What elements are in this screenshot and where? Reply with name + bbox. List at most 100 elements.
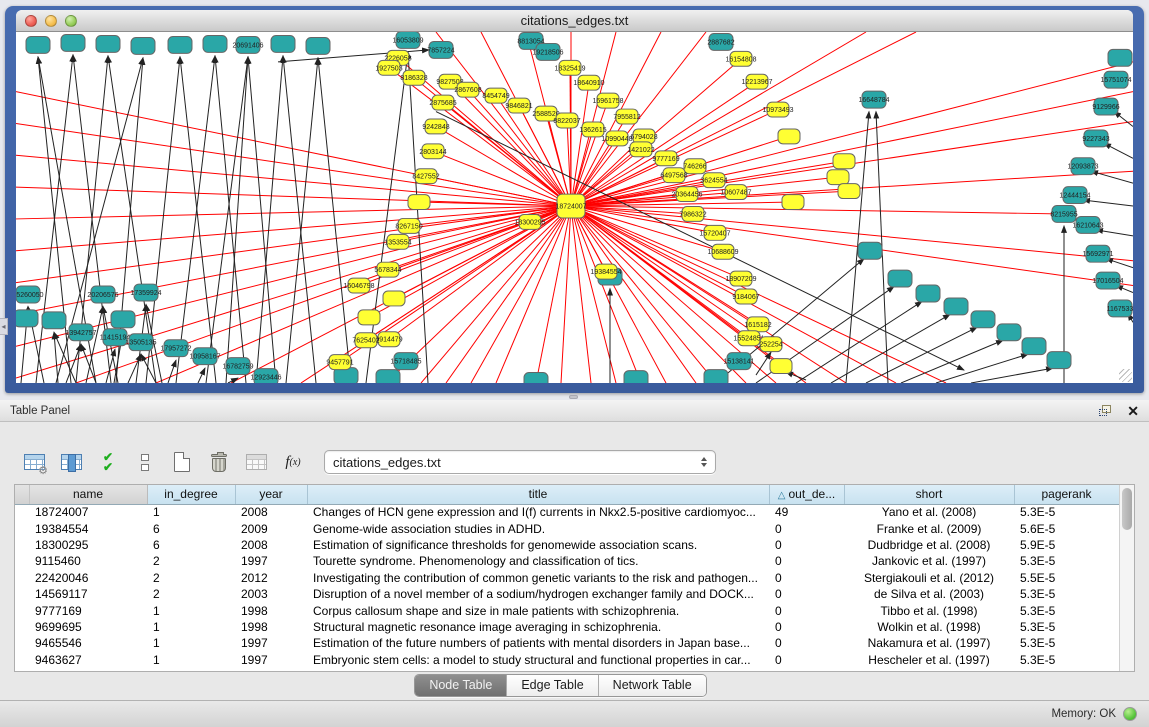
graph-edge-black[interactable] bbox=[436, 112, 964, 371]
graph-node[interactable]: 6497568 bbox=[660, 168, 687, 183]
graph-node[interactable]: 17016504 bbox=[1092, 272, 1123, 289]
table-settings-icon[interactable]: ⚙ bbox=[20, 448, 48, 476]
graph-node[interactable] bbox=[131, 37, 155, 54]
graph-edge-black[interactable] bbox=[971, 368, 1053, 383]
column-header-in_degree[interactable]: in_degree bbox=[147, 485, 235, 504]
new-file-icon[interactable] bbox=[168, 448, 196, 476]
graph-node[interactable] bbox=[833, 154, 855, 169]
graph-node[interactable]: 12093873 bbox=[1067, 158, 1098, 175]
graph-node[interactable]: 16210643 bbox=[1072, 216, 1103, 233]
table-scrollbar[interactable] bbox=[1119, 485, 1134, 671]
table-selector-dropdown[interactable]: citations_edges.txt bbox=[324, 450, 716, 474]
graph-node[interactable] bbox=[778, 129, 800, 144]
graph-node[interactable]: 1362615 bbox=[579, 122, 606, 137]
graph-edge-red[interactable] bbox=[496, 206, 571, 383]
graph-node[interactable]: 17359924 bbox=[130, 284, 161, 301]
graph-node[interactable]: 15718485 bbox=[390, 353, 421, 370]
graph-node[interactable]: 2803144 bbox=[419, 144, 446, 159]
graph-node[interactable]: 18640910 bbox=[573, 75, 604, 90]
graph-node[interactable] bbox=[1022, 338, 1046, 355]
float-panel-icon[interactable] bbox=[1099, 405, 1113, 417]
graph-node[interactable]: 16053809 bbox=[392, 32, 423, 48]
graph-node[interactable]: 7955812 bbox=[613, 109, 640, 124]
column-header-short[interactable]: short bbox=[844, 485, 1014, 504]
table-row[interactable]: 1830029562008Estimation of significance … bbox=[15, 537, 1119, 553]
graph-node[interactable] bbox=[358, 310, 380, 325]
graph-node[interactable] bbox=[42, 312, 66, 329]
graph-node[interactable] bbox=[782, 195, 804, 210]
graph-edge-black[interactable] bbox=[1104, 143, 1133, 158]
graph-node[interactable]: 1167533 bbox=[1107, 300, 1133, 317]
graph-edge-black[interactable] bbox=[86, 306, 103, 383]
graph-edge-black[interactable] bbox=[286, 58, 318, 383]
graph-node[interactable] bbox=[997, 324, 1021, 341]
graph-edge-black[interactable] bbox=[176, 56, 215, 383]
graph-node[interactable]: 17957272 bbox=[160, 340, 191, 357]
table-row[interactable]: 911546021997Tourette syndrome. Phenomeno… bbox=[15, 553, 1119, 569]
graph-node[interactable]: 1421022 bbox=[627, 142, 654, 157]
resize-grip-icon[interactable] bbox=[1119, 369, 1132, 382]
table-row[interactable]: 969969511998Structural magnetic resonanc… bbox=[15, 619, 1119, 635]
table-scrollbar-thumb[interactable] bbox=[1122, 488, 1132, 530]
graph-node[interactable]: 9242848 bbox=[422, 119, 449, 134]
graph-node[interactable]: 20206576 bbox=[87, 286, 118, 303]
graph-edge-black[interactable] bbox=[318, 58, 351, 383]
graph-node[interactable] bbox=[271, 35, 295, 52]
graph-edge-black[interactable] bbox=[226, 57, 248, 383]
tab-edge-table[interactable]: Edge Table bbox=[507, 675, 598, 696]
column-header-name[interactable]: name bbox=[29, 485, 147, 504]
panel-collapse-arrow[interactable]: ◂ bbox=[0, 318, 8, 335]
graph-node[interactable] bbox=[203, 35, 227, 52]
graph-edge-black[interactable] bbox=[283, 56, 316, 383]
graph-node[interactable]: 7986322 bbox=[679, 207, 706, 222]
zoom-icon[interactable] bbox=[65, 15, 77, 27]
graph-node[interactable] bbox=[524, 373, 548, 383]
graph-node[interactable]: 15138141 bbox=[723, 353, 754, 370]
graph-edge-black[interactable] bbox=[1096, 230, 1133, 236]
graph-node[interactable]: 8427552 bbox=[412, 169, 439, 184]
function-builder-icon[interactable]: f(x) bbox=[279, 448, 307, 476]
graph-node[interactable]: 9227343 bbox=[1082, 130, 1109, 147]
graph-node[interactable] bbox=[376, 370, 400, 383]
graph-node[interactable]: 8454749 bbox=[482, 88, 509, 103]
table-row[interactable]: 977716911998Corpus callosum shape and si… bbox=[15, 602, 1119, 618]
graph-node[interactable]: 8215955 bbox=[1050, 206, 1077, 223]
graph-node[interactable] bbox=[944, 298, 968, 315]
graph-node[interactable] bbox=[61, 34, 85, 51]
graph-node[interactable]: 8822037 bbox=[553, 113, 580, 128]
graph-node[interactable]: 16046798 bbox=[343, 278, 374, 293]
graph-node[interactable]: 9846821 bbox=[505, 98, 532, 113]
graph-node[interactable] bbox=[827, 170, 849, 185]
graph-node[interactable]: 9184067 bbox=[732, 289, 759, 304]
table-row[interactable]: 1872400712008Changes of HCN gene express… bbox=[15, 504, 1119, 520]
toggle-column-icon[interactable] bbox=[57, 448, 85, 476]
table-row[interactable]: 2242004622012Investigating the contribut… bbox=[15, 570, 1119, 586]
graph-node[interactable] bbox=[1047, 352, 1071, 369]
graph-node[interactable]: 13942757 bbox=[65, 324, 96, 341]
graph-node[interactable]: 19218506 bbox=[532, 43, 563, 60]
graph-node[interactable] bbox=[168, 36, 192, 53]
graph-node[interactable] bbox=[888, 270, 912, 287]
graph-node[interactable]: 3624554 bbox=[700, 173, 727, 188]
graph-edge-black[interactable] bbox=[180, 57, 216, 383]
graph-node[interactable] bbox=[916, 285, 940, 302]
graph-node[interactable] bbox=[16, 310, 38, 327]
graph-node[interactable] bbox=[1108, 49, 1132, 66]
tab-node-table[interactable]: Node Table bbox=[415, 675, 507, 696]
tab-network-table[interactable]: Network Table bbox=[599, 675, 706, 696]
graph-node[interactable]: 746266 bbox=[683, 159, 706, 174]
network-canvas[interactable]: 2069140616053809785722488130541921850628… bbox=[16, 32, 1133, 383]
close-panel-icon[interactable]: ✕ bbox=[1127, 404, 1139, 418]
graph-edge-red[interactable] bbox=[571, 206, 716, 383]
graph-node[interactable]: 1353554 bbox=[384, 234, 411, 249]
column-header-out_de[interactable]: △out_de... bbox=[769, 485, 844, 504]
graph-edge-red[interactable] bbox=[16, 187, 571, 206]
graph-node[interactable]: 12923446 bbox=[250, 369, 281, 383]
graph-node[interactable] bbox=[624, 371, 648, 383]
graph-node[interactable]: 13505135 bbox=[125, 334, 156, 351]
graph-node[interactable] bbox=[770, 359, 792, 374]
graph-node[interactable]: 2867608 bbox=[454, 82, 481, 97]
graph-edge-black[interactable] bbox=[146, 57, 180, 383]
table-row[interactable]: 1456911722003Disruption of a novel membe… bbox=[15, 586, 1119, 602]
trash-icon[interactable] bbox=[205, 448, 233, 476]
